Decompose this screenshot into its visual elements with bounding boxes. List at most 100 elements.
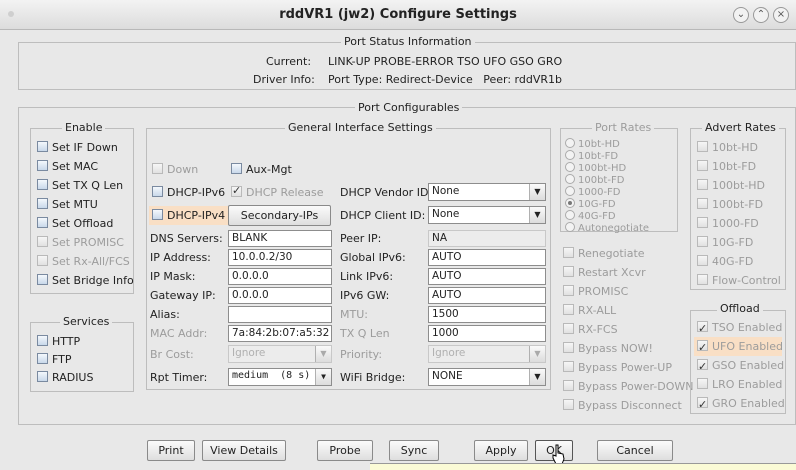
mtu-input[interactable]: 1500: [428, 306, 546, 323]
advert-10bt-hd[interactable]: 10bt-HD: [697, 138, 781, 157]
port-rate-100bt-fd[interactable]: 100bt-FD: [565, 174, 649, 186]
view-details-button[interactable]: View Details: [202, 440, 286, 461]
port-rate-40g-fd[interactable]: 40G-FD: [565, 210, 649, 222]
alias-label: Alias:: [150, 308, 180, 321]
service-http[interactable]: HTTP: [37, 333, 93, 351]
enable-set-rx-all-fcs-label: Set Rx-All/FCS: [52, 255, 130, 268]
peer-ip-value: NA: [428, 230, 546, 247]
cancel-button[interactable]: Cancel: [597, 440, 673, 461]
probe-button[interactable]: Probe: [317, 440, 373, 461]
ip-address-input[interactable]: 10.0.0.2/30: [228, 249, 332, 266]
enable-set-bridge-info[interactable]: Set Bridge Info: [37, 271, 134, 290]
radio-icon: [565, 138, 575, 148]
wifi-bridge-label: WiFi Bridge:: [340, 371, 406, 384]
option-restart-xcvr-label: Restart Xcvr: [578, 266, 646, 279]
offload-gro-enabled[interactable]: GRO Enabled: [694, 394, 785, 414]
enable-set-mtu-label: Set MTU: [52, 198, 98, 211]
port-rate-autonegotiate[interactable]: Autonegotiate: [565, 222, 649, 234]
maximize-icon[interactable]: ⌃: [753, 7, 769, 23]
gateway-ip-input[interactable]: 0.0.0.0: [228, 287, 332, 304]
offload-tso-enabled[interactable]: TSO Enabled: [694, 318, 783, 338]
advert-flow-control[interactable]: Flow-Control: [697, 271, 781, 290]
down-checkbox[interactable]: Down: [152, 163, 198, 176]
wifi-bridge-select[interactable]: NONE ▼: [428, 368, 546, 386]
port-status-title: Port Status Information: [341, 35, 475, 48]
option-bypass-disconnect[interactable]: Bypass Disconnect: [563, 396, 694, 415]
port-rate-10bt-fd[interactable]: 10bt-FD: [565, 150, 649, 162]
dhcp-ipv6-checkbox[interactable]: DHCP-IPv6: [152, 186, 225, 199]
enable-set-offload-label: Set Offload: [52, 217, 114, 230]
down-label: Down: [167, 163, 199, 176]
checkbox-icon: [697, 217, 708, 228]
offload-lro-enabled[interactable]: LRO Enabled: [694, 375, 782, 394]
minimize-icon[interactable]: ⌄: [733, 7, 749, 23]
advert-1000-fd[interactable]: 1000-FD: [697, 214, 781, 233]
rpt-timer-select[interactable]: medium (8 s) ▼: [228, 368, 332, 386]
checkbox-icon: [37, 335, 48, 346]
port-rate-1000-fd[interactable]: 1000-FD: [565, 186, 649, 198]
port-rate-10bt-hd[interactable]: 10bt-HD: [565, 138, 649, 150]
secondary-ips-button[interactable]: Secondary-IPs: [228, 205, 331, 226]
advert-10g-fd[interactable]: 10G-FD: [697, 233, 781, 252]
offload-tso-enabled-label: TSO Enabled: [712, 321, 783, 334]
sync-button[interactable]: Sync: [389, 440, 439, 461]
general-settings-title: General Interface Settings: [285, 121, 436, 134]
br-cost-select[interactable]: Ignore ▼: [228, 345, 332, 363]
alias-input[interactable]: [228, 306, 332, 323]
enable-set-tx-q-len[interactable]: Set TX Q Len: [37, 176, 134, 195]
enable-set-mac-label: Set MAC: [52, 160, 99, 173]
enable-set-mac[interactable]: Set MAC: [37, 157, 134, 176]
dhcp-release-checkbox[interactable]: DHCP Release: [231, 184, 324, 199]
advert-40g-fd[interactable]: 40G-FD: [697, 252, 781, 271]
mac-addr-input[interactable]: 7a:84:2b:07:a5:32: [228, 325, 332, 342]
advert-100bt-fd[interactable]: 100bt-FD: [697, 195, 781, 214]
option-renegotiate[interactable]: Renegotiate: [563, 244, 694, 263]
service-ftp[interactable]: FTP: [37, 351, 93, 369]
dhcp-vendor-select[interactable]: None ▼: [428, 183, 546, 201]
option-restart-xcvr[interactable]: Restart Xcvr: [563, 263, 694, 282]
enable-set-promisc[interactable]: Set PROMISC: [37, 233, 134, 252]
option-rx-fcs[interactable]: RX-FCS: [563, 320, 694, 339]
checkbox-icon: [697, 338, 708, 357]
enable-set-if-down[interactable]: Set IF Down: [37, 138, 134, 157]
tx-q-len-input[interactable]: 1000: [428, 325, 546, 342]
current-value: LINK-UP PROBE-ERROR TSO UFO GSO GRO: [328, 55, 563, 68]
advert-100bt-hd[interactable]: 100bt-HD: [697, 176, 781, 195]
checkbox-icon: [697, 160, 708, 171]
checkbox-icon: [563, 285, 574, 296]
service-radius[interactable]: RADIUS: [37, 369, 93, 387]
print-button[interactable]: Print: [147, 440, 195, 461]
aux-mgt-checkbox[interactable]: Aux-Mgt: [231, 163, 292, 176]
priority-select[interactable]: Ignore ▼: [428, 345, 546, 363]
dns-servers-input[interactable]: BLANK: [228, 230, 332, 247]
enable-set-offload[interactable]: Set Offload: [37, 214, 134, 233]
checkbox-icon: [563, 304, 574, 315]
dhcp-ipv4-checkbox[interactable]: DHCP-IPv4: [149, 206, 230, 225]
port-rate-100bt-hd[interactable]: 100bt-HD: [565, 162, 649, 174]
apply-button[interactable]: Apply: [474, 440, 528, 461]
gateway-label: Gateway IP:: [150, 289, 216, 302]
checkbox-icon: [697, 236, 708, 247]
link-ipv6-input[interactable]: AUTO: [428, 268, 546, 285]
port-rate-10g-fd[interactable]: 10G-FD: [565, 198, 649, 210]
dhcp-client-select[interactable]: None ▼: [428, 206, 546, 224]
checkbox-icon: [697, 141, 708, 152]
option-promisc[interactable]: PROMISC: [563, 282, 694, 301]
ipv6-gw-input[interactable]: AUTO: [428, 287, 546, 304]
advert-10bt-fd[interactable]: 10bt-FD: [697, 157, 781, 176]
option-rx-all[interactable]: RX-ALL: [563, 301, 694, 320]
rpt-timer-value: medium (8 s): [232, 370, 311, 381]
offload-ufo-enabled[interactable]: UFO Enabled: [694, 337, 783, 357]
enable-set-rx-all-fcs[interactable]: Set Rx-All/FCS: [37, 252, 134, 271]
port-rates-title: Port Rates: [592, 121, 655, 134]
offload-gso-enabled[interactable]: GSO Enabled: [694, 356, 784, 376]
enable-set-mtu[interactable]: Set MTU: [37, 195, 134, 214]
close-icon[interactable]: ×: [773, 7, 789, 23]
tooltip: [370, 463, 796, 470]
global-ipv6-input[interactable]: AUTO: [428, 249, 546, 266]
option-bypass-now[interactable]: Bypass NOW!: [563, 339, 694, 358]
option-bypass-power-up[interactable]: Bypass Power-UP: [563, 358, 694, 377]
ip-mask-input[interactable]: 0.0.0.0: [228, 268, 332, 285]
option-bypass-power-down[interactable]: Bypass Power-DOWN: [563, 377, 694, 396]
driver-info-label: Driver Info:: [253, 73, 315, 86]
